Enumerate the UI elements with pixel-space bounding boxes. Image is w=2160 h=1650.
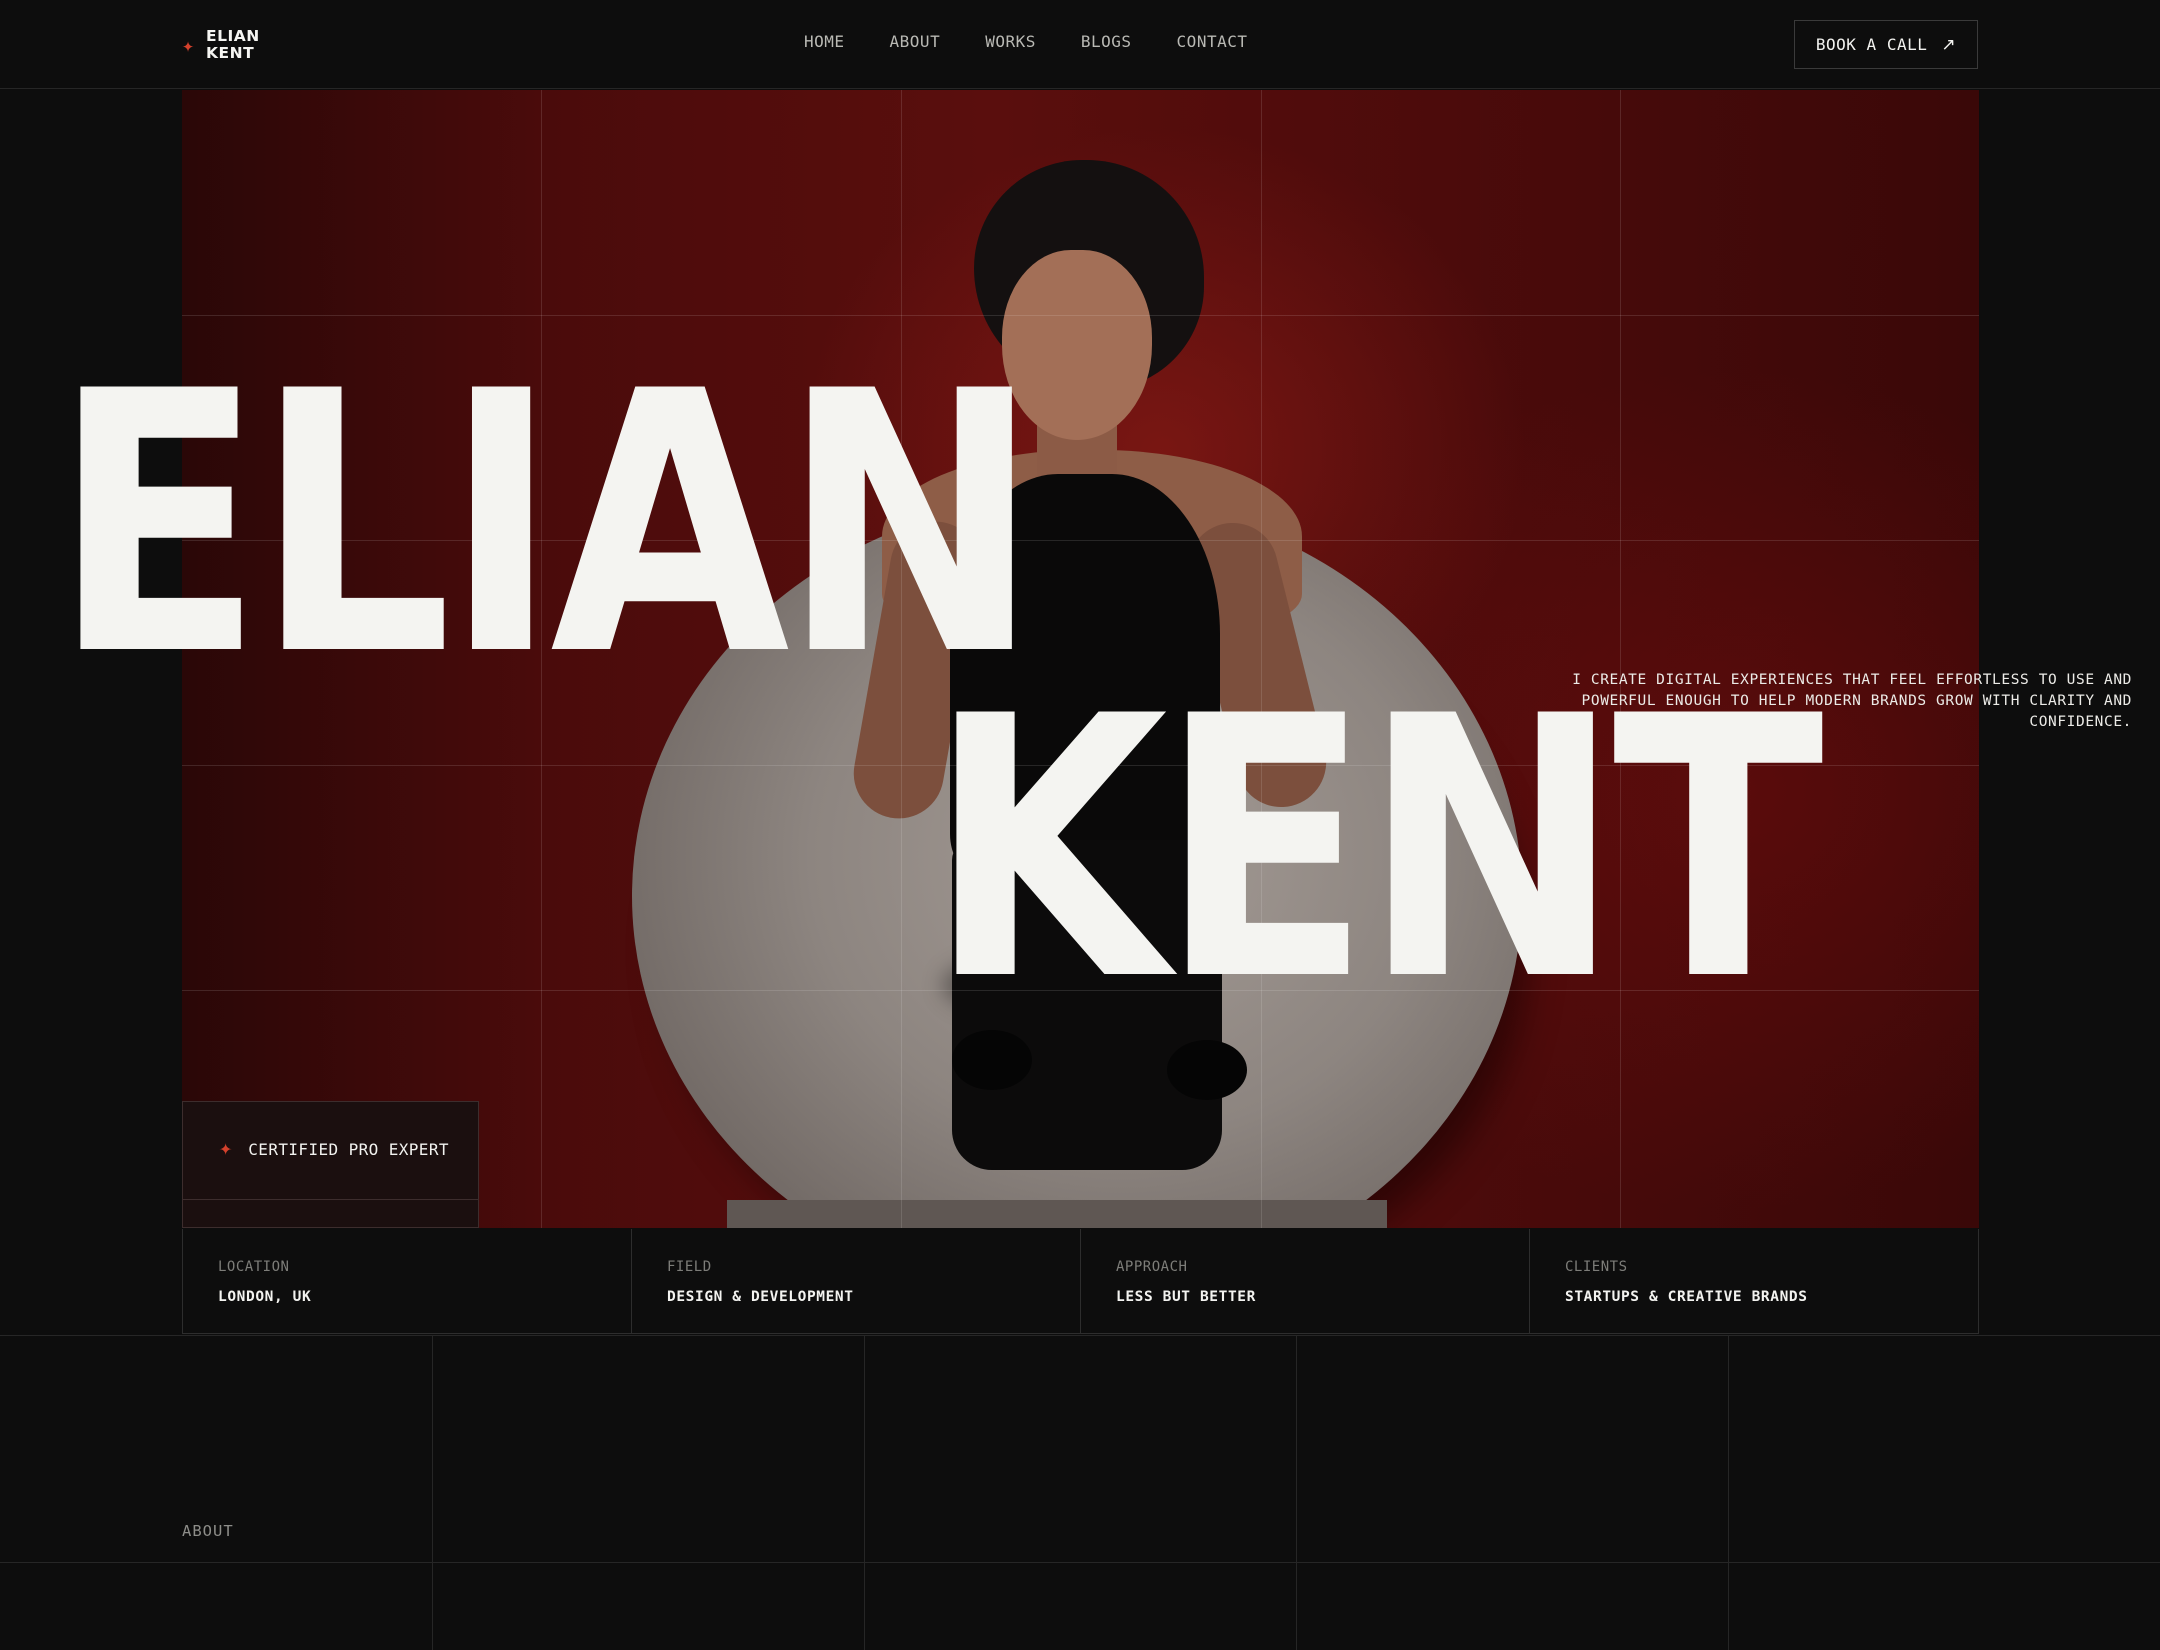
logo-line-1: ELIAN	[206, 27, 260, 45]
info-label: APPROACH	[1116, 1259, 1188, 1275]
logo[interactable]: ✦ ELIAN KENT	[182, 28, 260, 62]
info-value: LESS BUT BETTER	[1116, 1289, 1256, 1305]
info-location: LOCATION LONDON, UK	[182, 1229, 632, 1333]
info-value: DESIGN & DEVELOPMENT	[667, 1289, 854, 1305]
certified-badge: ✦ CERTIFIED PRO EXPERT	[182, 1101, 479, 1228]
star-icon: ✦	[182, 33, 195, 57]
grid-line	[1296, 1336, 1297, 1650]
grid-line	[0, 1562, 2160, 1563]
grid-line	[1728, 1336, 1729, 1650]
info-label: CLIENTS	[1565, 1259, 1628, 1275]
main-nav: HOME ABOUT WORKS BLOGS CONTACT	[804, 32, 1247, 51]
grid-line	[432, 1336, 433, 1650]
grid-line	[864, 1336, 865, 1650]
info-label: LOCATION	[218, 1259, 290, 1275]
arrow-up-right-icon: ↗	[1941, 34, 1957, 55]
hero-tagline: I CREATE DIGITAL EXPERIENCES THAT FEEL E…	[1572, 672, 2132, 730]
badge-label: CERTIFIED PRO EXPERT	[248, 1139, 449, 1159]
nav-item-contact[interactable]: CONTACT	[1177, 32, 1248, 51]
info-approach: APPROACH LESS BUT BETTER	[1081, 1229, 1530, 1333]
site-header: ✦ ELIAN KENT HOME ABOUT WORKS BLOGS CONT…	[0, 0, 2160, 89]
info-value: STARTUPS & CREATIVE BRANDS	[1565, 1289, 1808, 1305]
nav-item-blogs[interactable]: BLOGS	[1081, 32, 1132, 51]
nav-item-works[interactable]: WORKS	[985, 32, 1036, 51]
star-icon: ✦	[219, 1136, 233, 1161]
info-bar: LOCATION LONDON, UK FIELD DESIGN & DEVEL…	[182, 1229, 1979, 1334]
info-value: LONDON, UK	[218, 1289, 312, 1305]
info-label: FIELD	[667, 1259, 712, 1275]
logo-line-2: KENT	[206, 44, 255, 62]
hero-name-first: ELIAN	[52, 315, 1040, 734]
section-label-about: ABOUT	[182, 1522, 234, 1540]
divider	[183, 1199, 478, 1200]
nav-item-home[interactable]: HOME	[804, 32, 845, 51]
about-section-grid	[0, 1335, 2160, 1650]
info-field: FIELD DESIGN & DEVELOPMENT	[632, 1229, 1081, 1333]
book-a-call-label: BOOK A CALL	[1815, 35, 1928, 54]
info-clients: CLIENTS STARTUPS & CREATIVE BRANDS	[1530, 1229, 1979, 1333]
nav-item-about[interactable]: ABOUT	[890, 32, 941, 51]
pedestal-base	[727, 1200, 1387, 1228]
logo-text: ELIAN KENT	[206, 28, 260, 62]
book-a-call-button[interactable]: BOOK A CALL ↗	[1794, 20, 1978, 69]
